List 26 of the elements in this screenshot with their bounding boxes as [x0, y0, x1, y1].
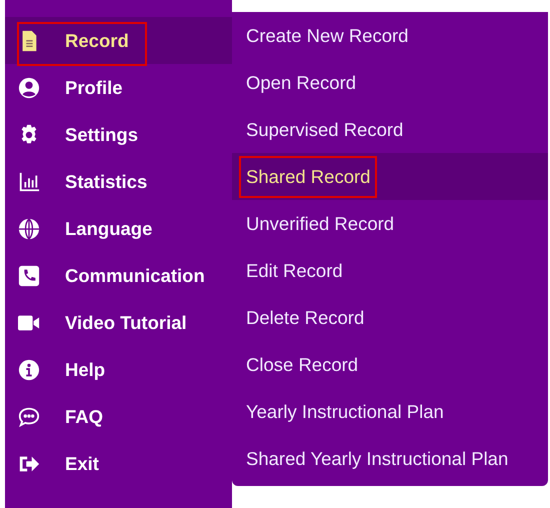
chat-bubble-icon — [18, 406, 40, 428]
sidebar-item[interactable]: FAQ — [5, 393, 232, 440]
globe-icon — [18, 218, 40, 240]
sidebar-item[interactable]: Exit — [5, 440, 232, 487]
phone-icon — [18, 264, 40, 286]
bar-chart-icon — [18, 170, 40, 192]
submenu-item[interactable]: Close Record — [232, 341, 548, 388]
sidebar-item[interactable]: Help — [5, 346, 232, 393]
sidebar-item[interactable]: Language — [5, 205, 232, 252]
submenu-item[interactable]: Supervised Record — [232, 106, 548, 153]
submenu-item[interactable]: Yearly Instructional Plan — [232, 388, 548, 435]
submenu-item[interactable]: Unverified Record — [232, 200, 548, 247]
sidebar-item[interactable]: Video Tutorial — [5, 299, 232, 346]
sidebar-item[interactable]: Communication — [5, 252, 232, 299]
sidebar-item[interactable]: Statistics — [5, 158, 232, 205]
sidebar-item[interactable]: Settings — [5, 111, 232, 158]
submenu-item[interactable]: Shared Record — [232, 153, 548, 200]
submenu-item[interactable]: Create New Record — [232, 12, 548, 59]
submenu-item[interactable]: Shared Yearly Instructional Plan — [232, 435, 548, 482]
submenu-item[interactable]: Delete Record — [232, 294, 548, 341]
submenu-item[interactable]: Open Record — [232, 59, 548, 106]
submenu-item[interactable]: Edit Record — [232, 247, 548, 294]
info-icon — [18, 358, 40, 380]
sidebar-item[interactable]: Profile — [5, 64, 232, 111]
sidebar-item[interactable]: Record — [5, 17, 232, 64]
user-icon — [18, 76, 40, 98]
